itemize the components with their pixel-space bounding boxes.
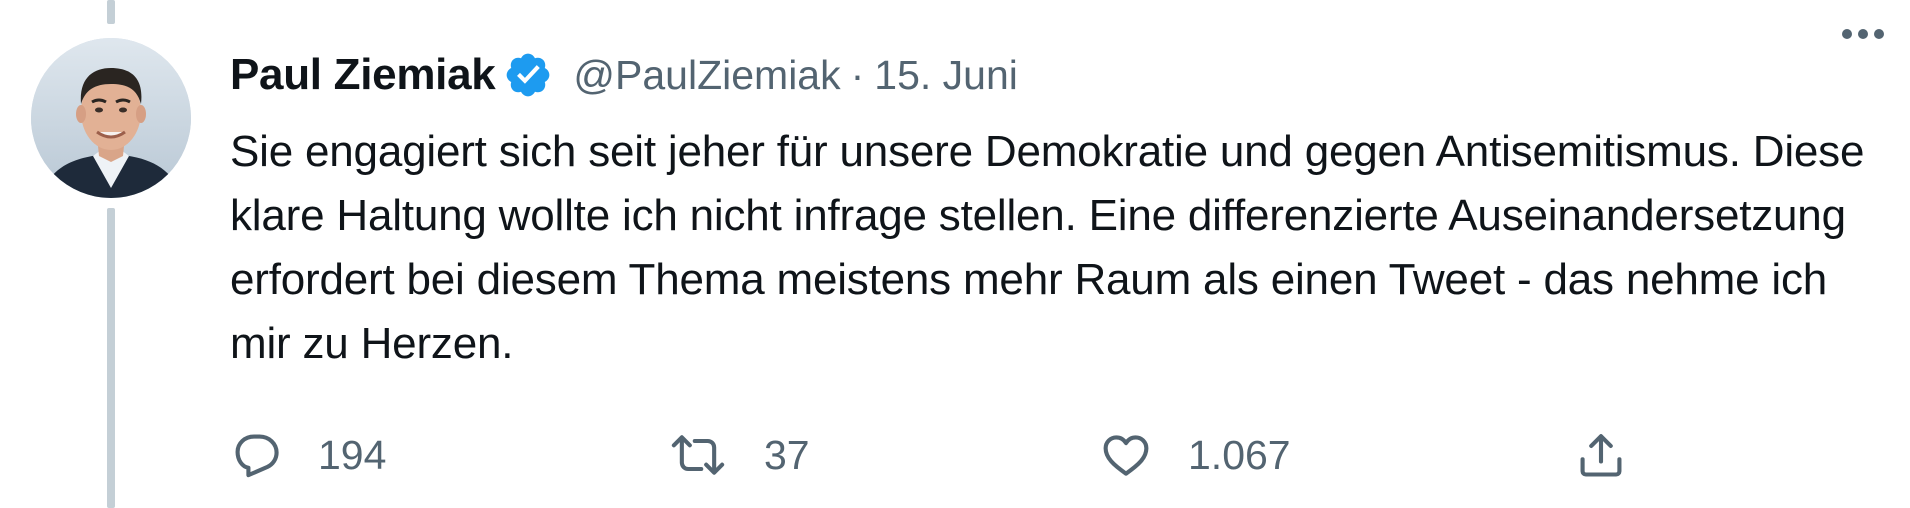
like-button[interactable]: 1.067 bbox=[1100, 425, 1291, 485]
like-count: 1.067 bbox=[1188, 431, 1291, 478]
thread-connector-bottom bbox=[107, 208, 115, 508]
reply-button[interactable]: 194 bbox=[230, 425, 386, 485]
retweet-button[interactable]: 37 bbox=[670, 425, 810, 485]
author-name[interactable]: Paul Ziemiak bbox=[230, 50, 496, 100]
header-separator: · bbox=[850, 51, 865, 98]
retweet-arrows-icon bbox=[671, 435, 725, 475]
verified-badge-icon bbox=[503, 50, 553, 100]
tweet-date[interactable]: 15. Juni bbox=[874, 52, 1018, 99]
heart-icon bbox=[1103, 435, 1149, 476]
share-upload-icon bbox=[1580, 434, 1622, 477]
avatar[interactable] bbox=[31, 38, 191, 198]
avatar-portrait bbox=[31, 38, 191, 198]
tweet-actions: 194 37 1.067 bbox=[230, 425, 1650, 485]
share-button[interactable] bbox=[1575, 425, 1627, 485]
retweet-count: 37 bbox=[764, 431, 810, 478]
tweet-body: Paul Ziemiak @PaulZiemiak · 15. Juni Sie… bbox=[230, 40, 1870, 376]
tweet-header: Paul Ziemiak @PaulZiemiak · 15. Juni bbox=[230, 40, 1870, 110]
thread-connector-top bbox=[107, 0, 115, 24]
reply-count: 194 bbox=[318, 431, 387, 478]
more-dots-icon[interactable] bbox=[1838, 22, 1888, 46]
reply-bubble-icon bbox=[235, 434, 279, 478]
author-handle[interactable]: @PaulZiemiak bbox=[573, 52, 840, 99]
tweet-text: Sie engagiert sich seit jeher für unsere… bbox=[230, 127, 1865, 368]
